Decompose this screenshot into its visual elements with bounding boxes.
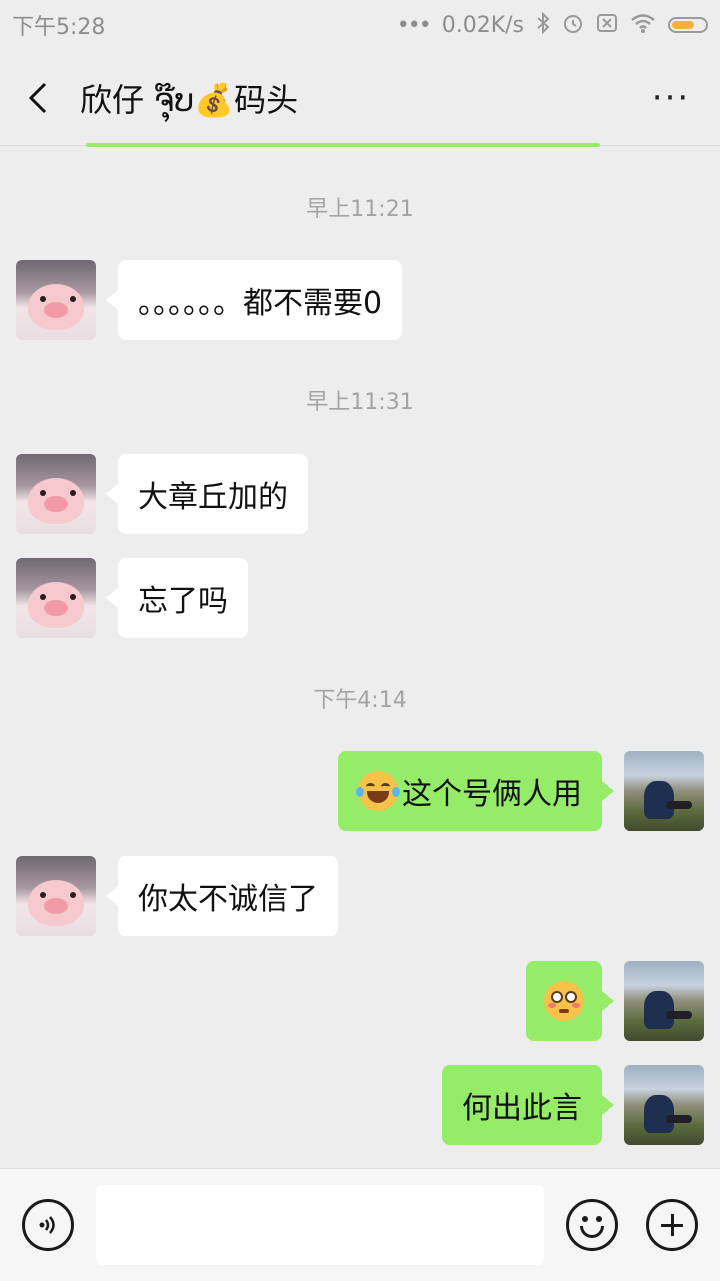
user-avatar[interactable] <box>624 961 704 1041</box>
battery-icon <box>668 17 708 33</box>
status-dots: ••• <box>396 12 432 38</box>
status-bar: 下午5:28 ••• 0.02K/s <box>0 0 720 50</box>
alarm-icon <box>562 12 584 39</box>
status-time: 下午5:28 <box>12 15 106 40</box>
contact-avatar[interactable] <box>16 260 96 340</box>
contact-avatar[interactable] <box>16 558 96 638</box>
sim-icon <box>596 13 618 38</box>
flushed-face-emoji-icon <box>544 981 584 1021</box>
message-bubble[interactable]: 何出此言 <box>442 1065 614 1145</box>
timestamp: 早上11:31 <box>306 390 414 415</box>
chat-title: 欣仔 ຈຸ໊ບ💰码头 <box>80 80 299 119</box>
emoji-icon[interactable] <box>566 1199 618 1251</box>
header-accent-line <box>86 143 600 147</box>
message-bubble[interactable]: 你太不诚信了 <box>106 856 338 936</box>
more-options-icon[interactable]: ··· <box>644 78 698 118</box>
user-avatar[interactable] <box>624 1065 704 1145</box>
message-bubble[interactable]: 大章丘加的 <box>106 454 308 534</box>
chevron-left-icon[interactable] <box>24 82 52 113</box>
user-avatar[interactable] <box>624 751 704 831</box>
plus-icon[interactable] <box>646 1199 698 1251</box>
timestamp: 早上11:21 <box>306 197 414 222</box>
wifi-icon <box>630 13 656 38</box>
tears-of-joy-emoji-icon <box>356 771 400 811</box>
voice-icon[interactable] <box>22 1199 74 1251</box>
message-bubble[interactable]: 忘了吗 <box>106 558 248 638</box>
timestamp: 下午4:14 <box>313 688 407 713</box>
message-bubble[interactable]: 。。。。。。都不需要0 <box>105 260 403 340</box>
message-text: 这个号俩人用 <box>402 777 582 812</box>
network-speed: 0.02K/s <box>441 12 524 38</box>
contact-avatar[interactable] <box>16 856 96 936</box>
message-bubble[interactable]: 这个号俩人用 <box>338 751 614 831</box>
message-bubble[interactable] <box>526 961 614 1041</box>
bluetooth-icon <box>536 11 550 39</box>
input-bar <box>0 1168 720 1281</box>
message-input[interactable] <box>96 1185 544 1265</box>
contact-avatar[interactable] <box>16 454 96 534</box>
status-icons: ••• 0.02K/s <box>396 11 720 39</box>
chat-header: 欣仔 ຈຸ໊ບ💰码头 ··· <box>0 50 720 146</box>
